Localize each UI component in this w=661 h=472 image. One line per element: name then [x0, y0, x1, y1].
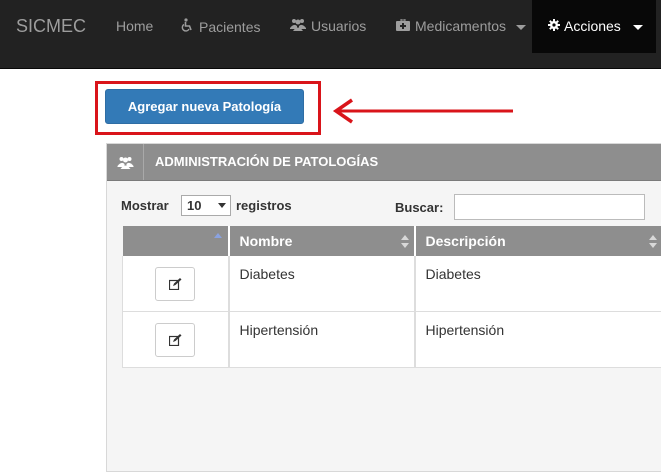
gear-icon — [548, 18, 560, 34]
length-select-value: 10 — [187, 198, 202, 213]
row-actions-cell — [122, 256, 230, 312]
panel-title: ADMINISTRACIÓN DE PATOLOGÍAS — [155, 154, 379, 169]
table-header-row: Nombre Descripción — [122, 226, 661, 256]
pathology-panel: ADMINISTRACIÓN DE PATOLOGÍAS Mostrar 10 … — [106, 143, 661, 472]
nav-pacientes[interactable]: Pacientes — [181, 18, 260, 35]
column-header-descripcion[interactable]: Descripción — [414, 226, 661, 256]
nav-usuarios[interactable]: Usuarios — [290, 18, 366, 34]
column-header-actions[interactable] — [122, 226, 230, 256]
nav-medicamentos-label: Medicamentos — [415, 18, 507, 34]
column-header-nombre[interactable]: Nombre — [228, 226, 416, 256]
brand-logo[interactable]: SICMEC — [16, 16, 86, 37]
sort-asc-icon — [213, 233, 222, 238]
nav-acciones-label: Acciones — [564, 18, 621, 34]
add-pathology-button[interactable]: Agregar nueva Patología — [105, 89, 304, 124]
nav-acciones[interactable]: Acciones — [532, 0, 656, 53]
sort-icon — [400, 235, 409, 249]
chevron-down-icon — [632, 24, 643, 30]
length-label-prefix: Mostrar — [121, 198, 169, 213]
panel-header: ADMINISTRACIÓN DE PATOLOGÍAS — [107, 144, 661, 181]
users-icon — [290, 18, 306, 34]
nav-medicamentos[interactable]: Medicamentos — [396, 18, 527, 34]
length-label-suffix: registros — [236, 198, 292, 213]
cell-nombre: Hipertensión — [228, 311, 416, 368]
search-input[interactable] — [454, 194, 645, 220]
cell-nombre: Diabetes — [228, 256, 416, 312]
nav-home-label: Home — [116, 18, 154, 34]
edit-button[interactable] — [155, 323, 196, 357]
wheelchair-icon — [181, 18, 194, 35]
length-select[interactable]: 10 — [181, 195, 231, 216]
annotation-arrow-icon — [332, 98, 513, 124]
edit-button[interactable] — [155, 267, 196, 301]
pathology-table: Nombre Descripción Diabetes Diabetes Hip… — [122, 226, 661, 368]
table-row: Hipertensión Hipertensión — [122, 311, 661, 368]
users-icon — [107, 144, 144, 180]
nav-usuarios-label: Usuarios — [311, 18, 367, 34]
table-row: Diabetes Diabetes — [122, 256, 661, 312]
row-actions-cell — [122, 311, 230, 368]
chevron-down-icon — [218, 203, 226, 208]
edit-icon — [169, 278, 182, 290]
nav-home[interactable]: Home — [116, 18, 153, 34]
chevron-down-icon — [516, 24, 527, 30]
search-label: Buscar: — [395, 200, 444, 215]
edit-icon — [169, 334, 182, 346]
cell-descripcion: Hipertensión — [414, 311, 661, 368]
medkit-icon — [396, 18, 410, 34]
navbar: SICMEC Home Pacientes Usuarios Medicamen… — [0, 0, 661, 69]
nav-pacientes-label: Pacientes — [199, 18, 261, 35]
cell-descripcion: Diabetes — [414, 256, 661, 312]
sort-icon — [649, 235, 657, 249]
